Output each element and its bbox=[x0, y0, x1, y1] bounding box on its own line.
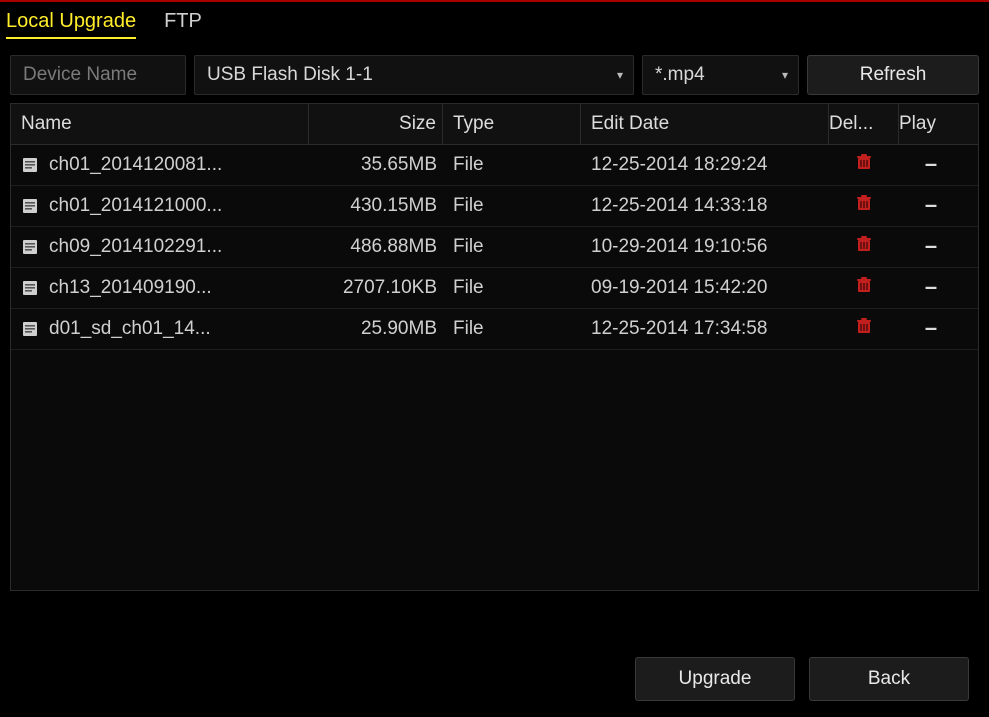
file-name: ch13_201409190... bbox=[49, 277, 212, 299]
file-edit-date: 12-25-2014 18:29:24 bbox=[581, 154, 829, 176]
file-type: File bbox=[443, 277, 581, 299]
refresh-button[interactable]: Refresh bbox=[807, 55, 979, 95]
tab-ftp[interactable]: FTP bbox=[164, 10, 202, 39]
column-header-play[interactable]: Play bbox=[899, 104, 963, 144]
column-header-delete[interactable]: Del... bbox=[829, 104, 899, 144]
file-name: ch01_2014121000... bbox=[49, 195, 222, 217]
back-button[interactable]: Back bbox=[809, 657, 969, 701]
file-name: d01_sd_ch01_14... bbox=[49, 318, 211, 340]
play-disabled-icon: – bbox=[925, 151, 937, 176]
play-disabled-icon: – bbox=[925, 192, 937, 217]
file-type-filter-value: *.mp4 bbox=[655, 64, 705, 86]
file-name: ch01_2014120081... bbox=[49, 154, 222, 176]
file-icon bbox=[21, 320, 39, 338]
delete-icon[interactable] bbox=[854, 193, 874, 213]
file-type: File bbox=[443, 195, 581, 217]
file-edit-date: 09-19-2014 15:42:20 bbox=[581, 277, 829, 299]
play-disabled-icon: – bbox=[925, 315, 937, 340]
file-icon bbox=[21, 197, 39, 215]
file-size: 486.88MB bbox=[309, 236, 443, 258]
upgrade-button[interactable]: Upgrade bbox=[635, 657, 795, 701]
delete-icon[interactable] bbox=[854, 316, 874, 336]
chevron-down-icon: ▾ bbox=[782, 68, 788, 82]
file-size: 35.65MB bbox=[309, 154, 443, 176]
tab-local-upgrade[interactable]: Local Upgrade bbox=[6, 10, 136, 39]
file-edit-date: 12-25-2014 17:34:58 bbox=[581, 318, 829, 340]
file-icon bbox=[21, 156, 39, 174]
file-size: 430.15MB bbox=[309, 195, 443, 217]
device-name-select[interactable]: USB Flash Disk 1-1 ▾ bbox=[194, 55, 634, 95]
file-size: 2707.10KB bbox=[309, 277, 443, 299]
file-type: File bbox=[443, 154, 581, 176]
delete-icon[interactable] bbox=[854, 234, 874, 254]
column-header-name[interactable]: Name bbox=[11, 104, 309, 144]
file-type: File bbox=[443, 236, 581, 258]
file-edit-date: 12-25-2014 14:33:18 bbox=[581, 195, 829, 217]
device-name-value: USB Flash Disk 1-1 bbox=[207, 64, 373, 86]
play-disabled-icon: – bbox=[925, 274, 937, 299]
file-type-filter-select[interactable]: *.mp4 ▾ bbox=[642, 55, 799, 95]
column-header-type[interactable]: Type bbox=[443, 104, 581, 144]
file-type: File bbox=[443, 318, 581, 340]
delete-icon[interactable] bbox=[854, 152, 874, 172]
file-icon bbox=[21, 238, 39, 256]
file-icon bbox=[21, 279, 39, 297]
device-name-label: Device Name bbox=[10, 55, 186, 95]
table-row[interactable]: ch01_2014120081... 35.65MBFile12-25-2014 … bbox=[11, 145, 978, 186]
column-header-size[interactable]: Size bbox=[309, 104, 443, 144]
chevron-down-icon: ▾ bbox=[617, 68, 623, 82]
table-row[interactable]: ch01_2014121000... 430.15MBFile12-25-2014… bbox=[11, 186, 978, 227]
delete-icon[interactable] bbox=[854, 275, 874, 295]
file-name: ch09_2014102291... bbox=[49, 236, 222, 258]
file-table: Name Size Type Edit Date Del... Play ch0… bbox=[10, 103, 979, 591]
table-row[interactable]: ch09_2014102291... 486.88MBFile10-29-2014… bbox=[11, 227, 978, 268]
column-header-edit-date[interactable]: Edit Date bbox=[581, 104, 829, 144]
table-row[interactable]: d01_sd_ch01_14... 25.90MBFile12-25-2014 1… bbox=[11, 309, 978, 350]
file-size: 25.90MB bbox=[309, 318, 443, 340]
play-disabled-icon: – bbox=[925, 233, 937, 258]
table-row[interactable]: ch13_201409190... 2707.10KBFile09-19-2014… bbox=[11, 268, 978, 309]
file-edit-date: 10-29-2014 19:10:56 bbox=[581, 236, 829, 258]
